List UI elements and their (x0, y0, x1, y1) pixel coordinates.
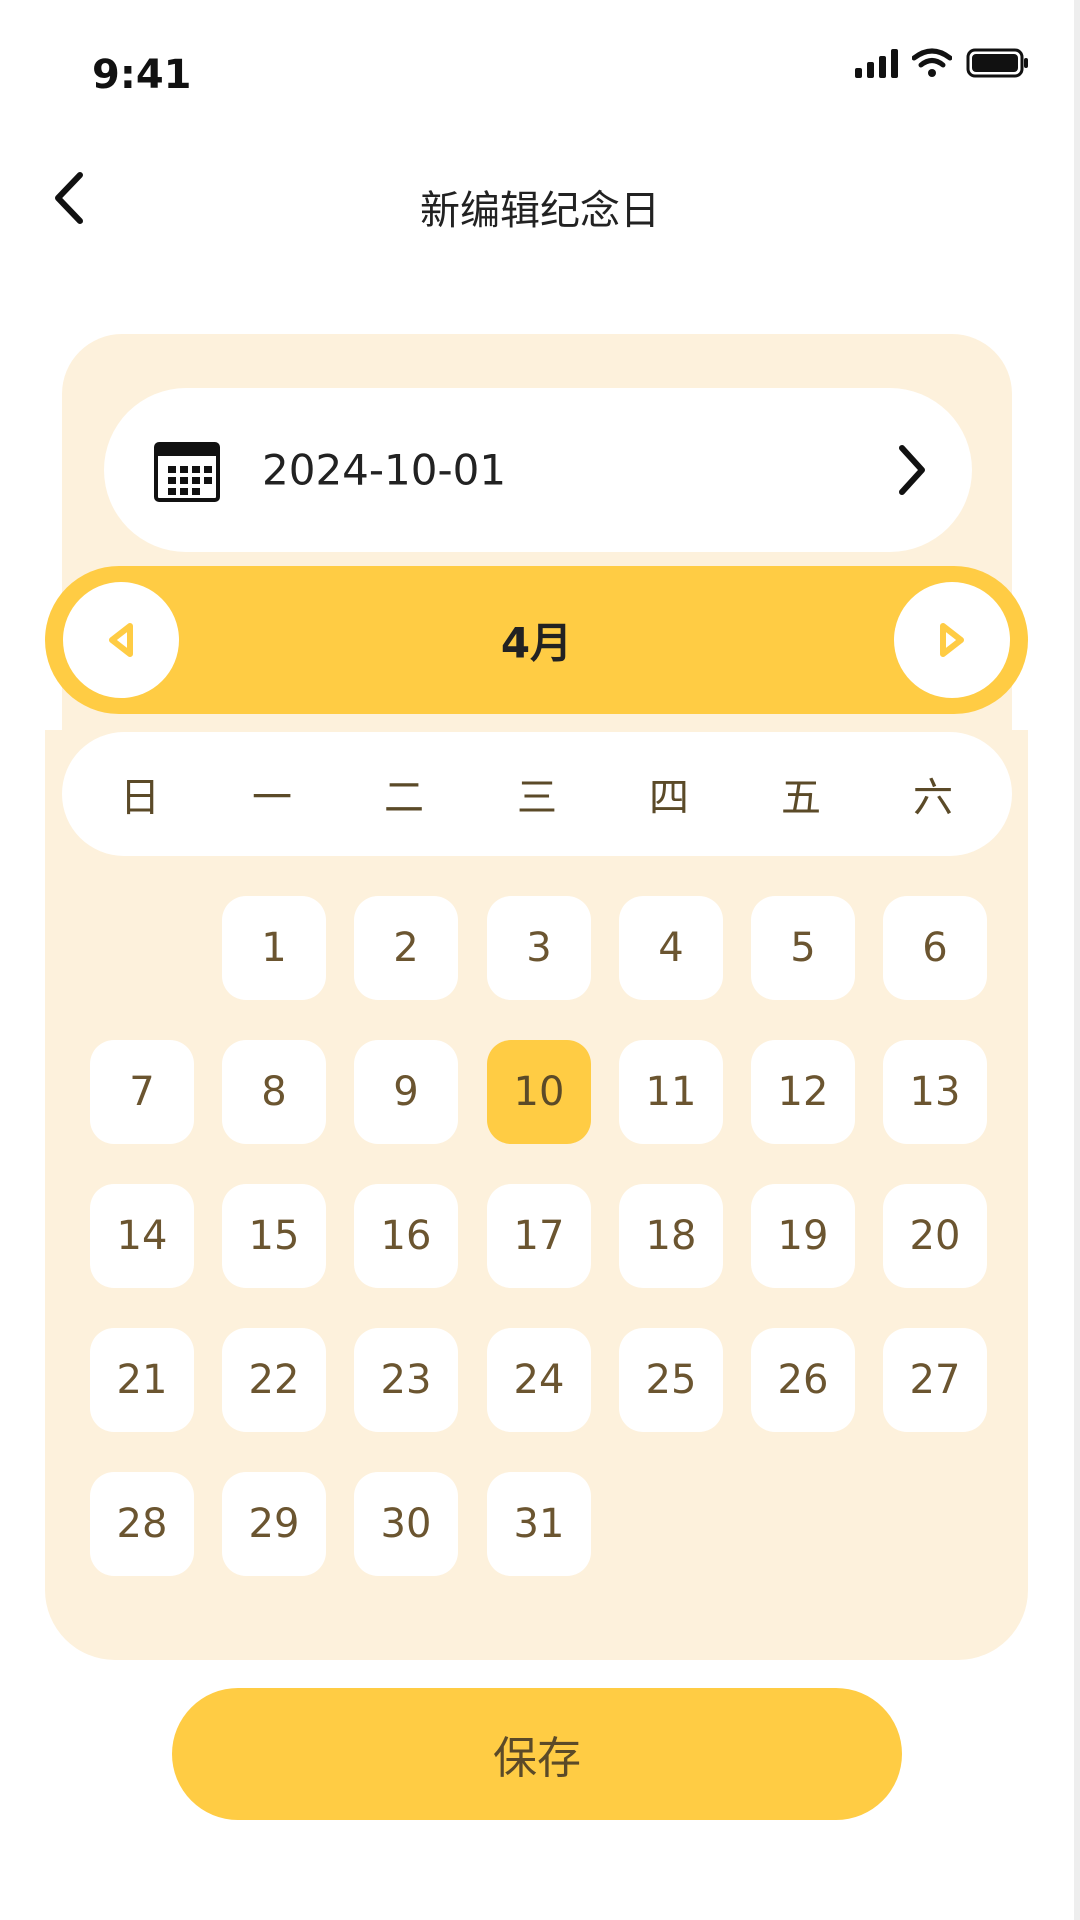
date-selector[interactable]: 2024-10-01 (104, 388, 972, 552)
weekday-header: 日 一 二 三 四 五 六 (62, 732, 1012, 856)
save-button[interactable]: 保存 (172, 1688, 902, 1820)
status-time: 9:41 (92, 52, 192, 98)
day-cell[interactable]: 8 (222, 1040, 326, 1144)
day-cell[interactable]: 28 (90, 1472, 194, 1576)
scroll-edge (1074, 0, 1080, 1920)
day-cell[interactable]: 2 (354, 896, 458, 1000)
day-cell[interactable]: 26 (751, 1328, 855, 1432)
weekday-label: 三 (517, 775, 557, 821)
day-cell[interactable]: 7 (90, 1040, 194, 1144)
weekday-label: 五 (781, 775, 821, 821)
day-cell[interactable]: 5 (751, 896, 855, 1000)
day-cell[interactable]: 11 (619, 1040, 723, 1144)
day-cell[interactable]: 3 (487, 896, 591, 1000)
date-value: 2024-10-01 (262, 445, 507, 495)
day-cell[interactable]: 24 (487, 1328, 591, 1432)
day-cell[interactable]: 12 (751, 1040, 855, 1144)
day-cell[interactable]: 13 (883, 1040, 987, 1144)
day-cell[interactable]: 21 (90, 1328, 194, 1432)
day-cell-selected[interactable]: 10 (487, 1040, 591, 1144)
page-title: 新编辑纪念日 (420, 188, 660, 234)
day-cell[interactable]: 29 (222, 1472, 326, 1576)
day-cell[interactable]: 19 (751, 1184, 855, 1288)
status-icons (855, 48, 1030, 78)
weekday-label: 二 (384, 775, 424, 821)
day-cell[interactable]: 14 (90, 1184, 194, 1288)
day-cell[interactable]: 25 (619, 1328, 723, 1432)
day-cell[interactable]: 23 (354, 1328, 458, 1432)
weekday-label: 一 (252, 775, 292, 821)
day-cell[interactable]: 17 (487, 1184, 591, 1288)
day-cell[interactable]: 22 (222, 1328, 326, 1432)
weekday-label: 日 (120, 775, 160, 821)
day-cell[interactable]: 1 (222, 896, 326, 1000)
battery-icon (966, 48, 1030, 78)
month-label: 4月 (500, 618, 573, 668)
month-switcher: 4月 (45, 566, 1028, 714)
weekday-label: 四 (649, 775, 689, 821)
day-cell[interactable]: 27 (883, 1328, 987, 1432)
triangle-right-icon (940, 623, 964, 657)
day-cell[interactable]: 9 (354, 1040, 458, 1144)
wifi-icon (912, 48, 952, 78)
day-cell[interactable]: 30 (354, 1472, 458, 1576)
day-cell[interactable]: 15 (222, 1184, 326, 1288)
day-cell[interactable]: 4 (619, 896, 723, 1000)
chevron-right-icon (899, 445, 925, 495)
calendar-icon (154, 442, 220, 502)
weekday-label: 六 (913, 775, 953, 821)
signal-icon (855, 48, 898, 78)
day-cell[interactable]: 6 (883, 896, 987, 1000)
day-cell[interactable]: 20 (883, 1184, 987, 1288)
day-cell[interactable]: 18 (619, 1184, 723, 1288)
next-month-button[interactable] (894, 582, 1010, 698)
day-cell[interactable]: 16 (354, 1184, 458, 1288)
day-cell[interactable]: 31 (487, 1472, 591, 1576)
